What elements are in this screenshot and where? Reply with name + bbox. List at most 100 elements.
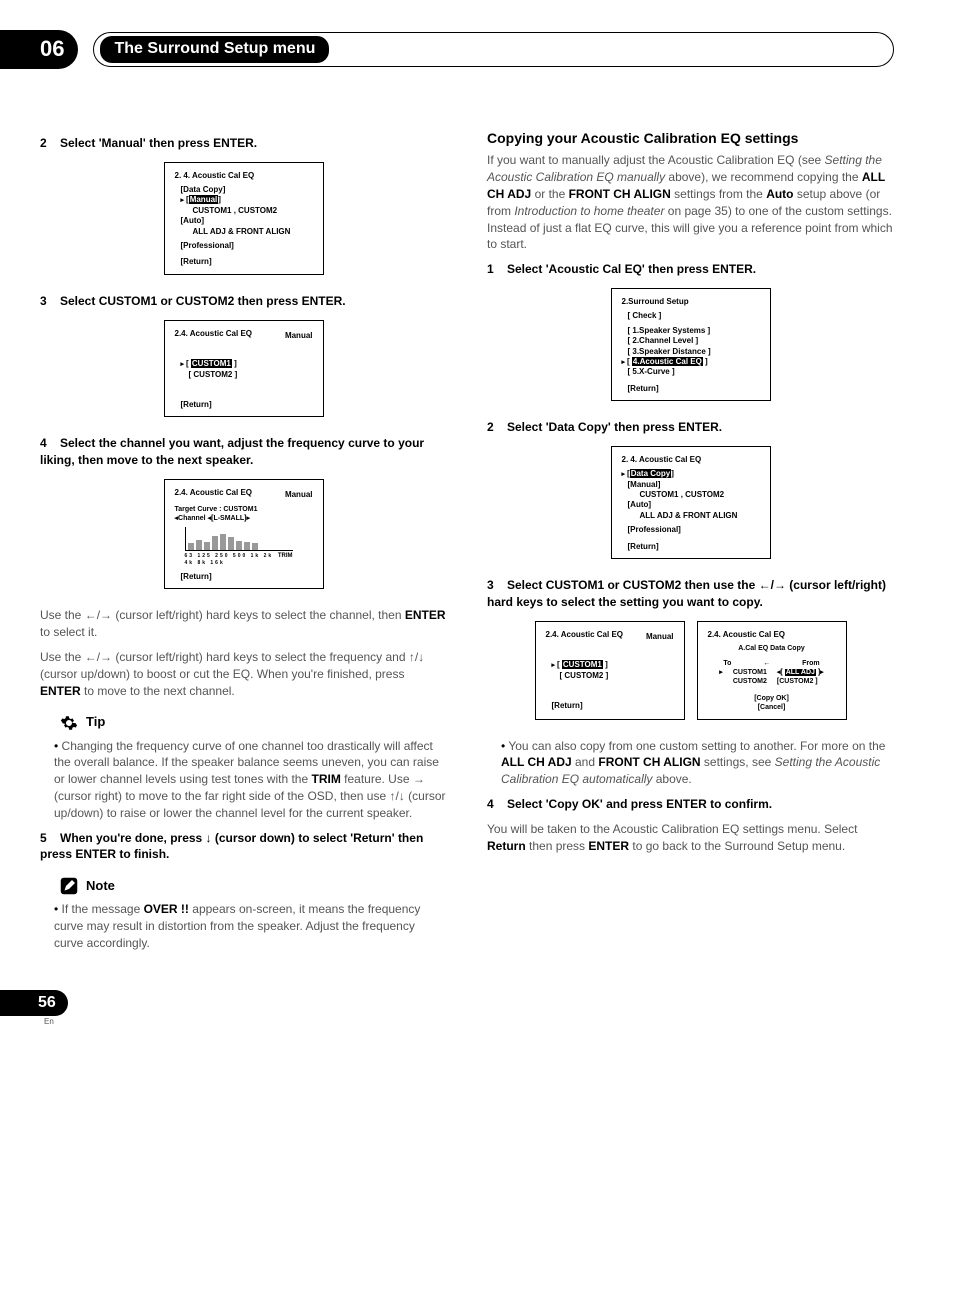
osd6b-from2: [CUSTOM2 ]	[777, 677, 824, 686]
osd-screen-5: 2. 4. Acoustic Cal EQ [Data Copy] [Manua…	[611, 446, 771, 559]
osd5-manual: [Manual]	[628, 480, 760, 490]
osd6b-sub: A.Cal EQ Data Copy	[708, 644, 836, 653]
osd1-manual: [Manual]	[181, 195, 313, 205]
osd6b-cancel: [Cancel]	[708, 703, 836, 712]
osd-screen-2: 2.4. Acoustic Cal EQ Manual [ CUSTOM1 ] …	[164, 320, 324, 418]
arrow-right-icon-3: →	[413, 772, 425, 786]
osd4-l5: [ 5.X-Curve ]	[628, 367, 760, 377]
osd2-c1-hl: CUSTOM1	[191, 359, 232, 368]
use-para-2: Use the ←/→ (cursor left/right) hard key…	[40, 649, 447, 699]
arrow-left-icon: ←	[85, 608, 97, 622]
oa: You will be taken to the Acoustic Calibr…	[487, 822, 857, 836]
trim-b: TRIM	[311, 772, 340, 786]
tip-header: Tip	[60, 713, 447, 731]
osd1-return: [Return]	[181, 257, 313, 267]
arrow-right-icon-r: →	[774, 578, 786, 592]
osd6b-from1: ALL ADJ	[785, 669, 816, 676]
page: 06 The Surround Setup menu 2Select 'Manu…	[0, 0, 954, 1067]
left-column: 2Select 'Manual' then press ENTER. 2. 4.…	[40, 129, 447, 960]
r-step-1-text: Select 'Acoustic Cal EQ' then press ENTE…	[507, 262, 756, 276]
enter-2: ENTER	[40, 684, 81, 698]
gear-icon	[60, 714, 78, 732]
osd6b-to1: CUSTOM1	[733, 668, 767, 677]
oc: to go back to the Surround Setup menu.	[629, 839, 845, 853]
osd4-return: [Return]	[628, 384, 760, 394]
osd3-graph	[185, 527, 293, 551]
tc: (cursor right) to move to the far right …	[54, 789, 389, 803]
osd5-return: [Return]	[628, 542, 760, 552]
r-step-2-text: Select 'Data Copy' then press ENTER.	[507, 420, 722, 434]
osd5-pro: [Professional]	[628, 525, 760, 535]
tip-label: Tip	[86, 713, 105, 731]
osd3-axis: 63 125 250 500 1k 2k 4k 8k 16k	[185, 553, 313, 566]
osd3-channel: [L-SMALL]	[211, 515, 246, 522]
r-step-4-text: Select 'Copy OK' and press ENTER to conf…	[507, 797, 772, 811]
tip-bullet: Changing the frequency curve of one chan…	[54, 738, 447, 822]
step-4-text: Select the channel you want, adjust the …	[40, 436, 424, 467]
frontch: FRONT CH ALIGN	[569, 187, 671, 201]
osd6b-tofrom-body: ▸ CUSTOM1 CUSTOM2 ◂[ ALL ADJ ]▸ [CUSTOM2…	[708, 668, 836, 686]
column-layout: 2Select 'Manual' then press ENTER. 2. 4.…	[40, 129, 894, 960]
note-header: Note	[60, 877, 447, 895]
r-step-3: 3Select CUSTOM1 or CUSTOM2 then use the …	[487, 577, 894, 611]
osd3-trim: TRIM	[278, 553, 293, 561]
u2b: (cursor left/right) hard keys to select …	[112, 650, 409, 664]
section-title: Copying your Acoustic Calibration EQ set…	[487, 129, 894, 149]
enter-1: ENTER	[405, 608, 446, 622]
osd5-manual-sub: CUSTOM1 , CUSTOM2	[640, 490, 760, 500]
ib: above), we recommend copying the	[665, 170, 862, 184]
osd4-l3: [ 3.Speaker Distance ]	[628, 347, 760, 357]
osd1-pro: [Professional]	[181, 241, 313, 251]
note-bullet: If the message OVER !! appears on-screen…	[54, 901, 447, 951]
osd4-l4-hl: 4.Acoustic Cal EQ	[632, 357, 703, 366]
step-3: 3Select CUSTOM1 or CUSTOM2 then press EN…	[40, 293, 447, 310]
osd-pair: 2.4. Acoustic Cal EQ Manual [ CUSTOM1 ] …	[487, 621, 894, 720]
u1a: Use the	[40, 608, 85, 622]
intro-para: If you want to manually adjust the Acous…	[487, 152, 894, 253]
osd-screen-1: 2. 4. Acoustic Cal EQ [Data Copy] [Manua…	[164, 162, 324, 275]
osd1-auto: [Auto]	[181, 216, 313, 226]
over-b: OVER !!	[144, 902, 189, 916]
step-2: 2Select 'Manual' then press ENTER.	[40, 135, 447, 152]
use-para-1: Use the ←/→ (cursor left/right) hard key…	[40, 607, 447, 641]
rbc: settings, see	[701, 755, 775, 769]
ob-enter: ENTER	[588, 839, 629, 853]
step-3-text: Select CUSTOM1 or CUSTOM2 then press ENT…	[60, 294, 346, 308]
osd4-check: [ Check ]	[628, 311, 760, 321]
arrow-right-icon: →	[100, 608, 112, 622]
osd5-title: 2. 4. Acoustic Cal EQ	[622, 455, 760, 465]
osd6a-c2: [ CUSTOM2 ]	[560, 671, 674, 681]
rb-allch: ALL CH ADJ	[501, 755, 572, 769]
na: If the message	[62, 902, 144, 916]
chapter-title: The Surround Setup menu	[100, 36, 329, 62]
osd6b-to2: CUSTOM2	[733, 677, 767, 686]
tb: feature. Use	[341, 772, 413, 786]
osd5-auto-sub: ALL ADJ & FRONT ALIGN	[640, 511, 760, 521]
chapter-title-wrap: The Surround Setup menu	[93, 32, 894, 66]
outro-para: You will be taken to the Acoustic Calibr…	[487, 821, 894, 855]
osd2-c2: [ CUSTOM2 ]	[189, 370, 313, 380]
arrow-up-icon: ↑	[409, 650, 415, 664]
pencil-icon	[60, 877, 78, 895]
osd5-auto: [Auto]	[628, 500, 760, 510]
step-4: 4Select the channel you want, adjust the…	[40, 435, 447, 469]
osd6a-return: [Return]	[552, 701, 674, 711]
osd-screen-6b: 2.4. Acoustic Cal EQ A.Cal EQ Data Copy …	[697, 621, 847, 720]
osd4-l2: [ 2.Channel Level ]	[628, 336, 760, 346]
step-2-text: Select 'Manual' then press ENTER.	[60, 136, 257, 150]
osd6b-to-col: CUSTOM1 CUSTOM2	[733, 668, 767, 686]
arrow-down-icon: ↓	[418, 650, 424, 664]
osd4-title: 2.Surround Setup	[622, 297, 760, 307]
osd1-manual-sub: CUSTOM1 , CUSTOM2	[193, 206, 313, 216]
osd2-c1: [ CUSTOM1 ]	[181, 359, 313, 369]
ii2: Introduction to home theater	[514, 204, 664, 218]
chapter-header: 06 The Surround Setup menu	[40, 30, 894, 69]
right-column: Copying your Acoustic Calibration EQ set…	[487, 129, 894, 960]
osd1-auto-sub: ALL ADJ & FRONT ALIGN	[193, 227, 313, 237]
osd1-manual-hl: Manual	[189, 195, 219, 204]
osd4-l4: [ 4.Acoustic Cal EQ ]	[622, 357, 760, 367]
osd3-return: [Return]	[181, 572, 313, 582]
osd4-l1: [ 1.Speaker Systems ]	[628, 326, 760, 336]
chapter-number: 06	[0, 30, 78, 69]
autob: Auto	[766, 187, 793, 201]
